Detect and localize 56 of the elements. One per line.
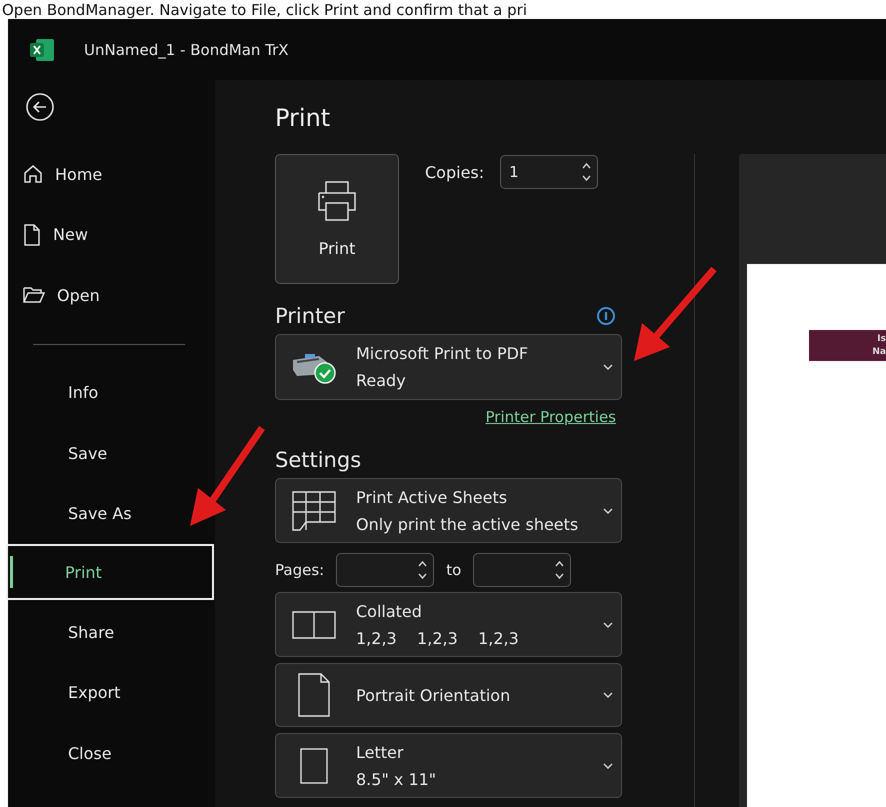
- paper-size-icon: [300, 748, 328, 784]
- info-icon[interactable]: [596, 306, 616, 326]
- chevron-down-icon: [603, 364, 613, 370]
- pages-to-field[interactable]: [473, 553, 572, 587]
- copies-label: Copies:: [425, 162, 484, 182]
- pages-icon: [292, 610, 336, 638]
- spinner-arrows-icon: [418, 560, 428, 580]
- settings-dropdown[interactable]: Collated 1,2,3 1,2,3 1,2,3: [275, 592, 622, 657]
- page-heading: Print: [275, 104, 332, 132]
- printer-dropdown[interactable]: Microsoft Print to PDF Ready: [275, 334, 622, 400]
- folder-icon: [23, 286, 45, 304]
- option-subtitle: 8.5" x 11": [356, 770, 438, 788]
- home-icon: [23, 164, 43, 184]
- pages-label: Pages:: [275, 561, 324, 579]
- section-heading: Printer: [275, 304, 345, 328]
- chevron-down-icon: [603, 692, 613, 698]
- print-button[interactable]: Print: [275, 154, 399, 284]
- sidebar-item[interactable]: Close: [8, 723, 215, 784]
- copies-field[interactable]: 1: [500, 155, 598, 189]
- option-title: Print Active Sheets: [356, 488, 508, 506]
- spinner-arrows-icon: [555, 560, 564, 580]
- chevron-down-icon: [603, 508, 613, 514]
- spinner-arrows-icon: [582, 162, 592, 182]
- option-subtitle: 1,2,3 1,2,3 1,2,3: [356, 628, 520, 648]
- settings-dropdown[interactable]: Portrait Orientation: [275, 663, 622, 727]
- document-icon: [23, 224, 41, 246]
- sidebar-item[interactable]: Save: [8, 423, 215, 484]
- spreadsheet-icon: [292, 490, 336, 530]
- instruction-text: Open BondManager. Navigate to File, click Print and confirm that a pri: [2, 0, 527, 18]
- option-title: Letter: [356, 742, 404, 762]
- option-subtitle: Only print the active sheets: [356, 514, 580, 534]
- settings-dropdown[interactable]: Print Active Sheets Only print the active sheets: [275, 478, 622, 543]
- portrait-page-icon: [298, 673, 330, 717]
- sidebar-item[interactable]: Share: [8, 602, 215, 662]
- option-title: Collated: [356, 602, 423, 620]
- sidebar-item[interactable]: Open: [8, 265, 215, 326]
- preview-header-bar: Is Na: [809, 330, 886, 361]
- settings-dropdown[interactable]: Letter 8.5" x 11": [275, 733, 622, 798]
- pages-from-field[interactable]: [336, 553, 434, 587]
- sidebar-item[interactable]: Export: [8, 662, 215, 723]
- window-title: UnNamed_1 - BondMan TrX: [84, 40, 289, 58]
- printer-name: Microsoft Print to PDF: [356, 344, 530, 363]
- spreadsheet-app-icon: [30, 38, 54, 60]
- back-icon[interactable]: [25, 92, 55, 122]
- chevron-down-icon: [603, 762, 613, 768]
- chevron-down-icon: [603, 622, 613, 628]
- sidebar-item[interactable]: New: [8, 204, 215, 265]
- sidebar-item[interactable]: Home: [8, 144, 215, 204]
- printer-properties-link[interactable]: Printer Properties: [486, 408, 616, 426]
- section-heading: Settings: [275, 448, 362, 472]
- to-label: to: [446, 561, 462, 579]
- sidebar-item[interactable]: Info: [8, 362, 215, 423]
- option-title: Portrait Orientation: [356, 686, 512, 704]
- sidebar-item[interactable]: Save As: [8, 484, 215, 544]
- printer-status: Ready: [356, 371, 407, 390]
- sidebar-item[interactable]: Print: [6, 544, 214, 600]
